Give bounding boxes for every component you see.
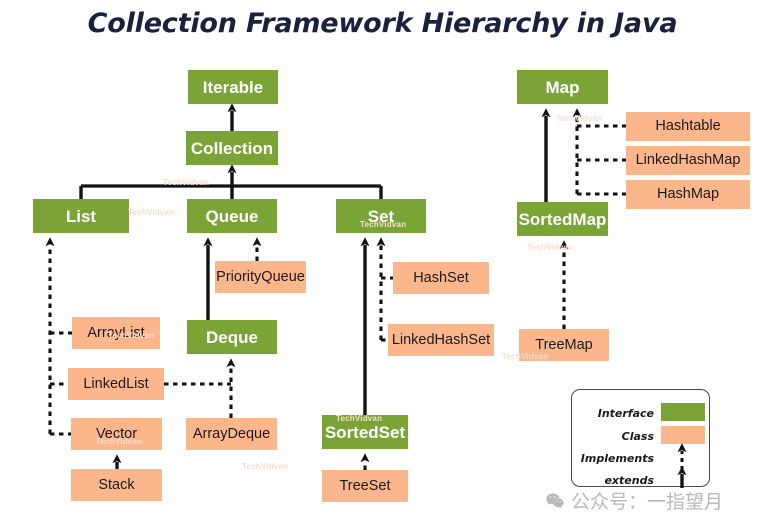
node-collection[interactable]: Collection bbox=[186, 131, 278, 165]
node-label: SortedSet bbox=[324, 422, 406, 442]
watermark-text: 公众号：一指望月 bbox=[571, 491, 724, 513]
page-title: Collection Framework Hierarchy in Java bbox=[87, 8, 678, 39]
node-label: TreeSet bbox=[339, 477, 391, 494]
node-linkedhashmap[interactable]: LinkedHashMap bbox=[626, 146, 750, 175]
node-treeset[interactable]: TreeSet bbox=[322, 470, 408, 502]
node-label: PriorityQueue bbox=[216, 268, 305, 285]
source-watermark: TechVidvan bbox=[96, 437, 143, 446]
source-watermark: TechVidvan bbox=[360, 220, 407, 229]
node-linkedlist[interactable]: LinkedList bbox=[68, 368, 164, 400]
source-watermark: TechVidvan bbox=[556, 114, 603, 123]
node-priorityqueue[interactable]: PriorityQueue bbox=[215, 261, 306, 293]
node-map[interactable]: Map bbox=[517, 70, 608, 104]
node-hashtable[interactable]: Hashtable bbox=[626, 112, 750, 141]
legend: Interface Class Implements extends bbox=[571, 389, 710, 488]
node-label: Map bbox=[545, 77, 580, 97]
node-linkedhashset[interactable]: LinkedHashSet bbox=[388, 324, 494, 356]
diagram-canvas: Collection Framework Hierarchy in Java I… bbox=[0, 0, 765, 531]
node-queue[interactable]: Queue bbox=[187, 199, 277, 233]
node-arraydeque[interactable]: ArrayDeque bbox=[186, 418, 277, 450]
node-list[interactable]: List bbox=[33, 199, 129, 233]
node-label: LinkedList bbox=[83, 375, 149, 392]
node-label: LinkedHashSet bbox=[391, 331, 491, 348]
node-label: Queue bbox=[205, 206, 259, 226]
node-label: ArrayDeque bbox=[192, 425, 271, 442]
node-label: List bbox=[65, 206, 97, 226]
node-iterable[interactable]: Iterable bbox=[188, 70, 278, 104]
source-watermark: TechVidvan bbox=[108, 331, 155, 340]
node-sortedmap[interactable]: SortedMap bbox=[517, 202, 608, 236]
node-label: Iterable bbox=[202, 77, 264, 97]
node-label: Deque bbox=[206, 327, 258, 347]
source-watermark: TechVidvan bbox=[128, 208, 175, 217]
source-watermark: TechVidvan bbox=[242, 462, 289, 471]
node-hashmap[interactable]: HashMap bbox=[626, 180, 750, 209]
node-label: Collection bbox=[190, 138, 274, 158]
node-label: HashSet bbox=[413, 269, 469, 286]
node-deque[interactable]: Deque bbox=[187, 320, 277, 354]
node-label: Hashtable bbox=[655, 118, 721, 135]
node-label: HashMap bbox=[656, 186, 720, 203]
wechat-icon bbox=[546, 493, 564, 508]
source-watermark: TechVidvan bbox=[527, 243, 574, 252]
node-hashset[interactable]: HashSet bbox=[393, 262, 489, 294]
source-watermark: TechVidvan bbox=[163, 178, 210, 187]
watermark: 公众号：一指望月 bbox=[545, 487, 723, 514]
node-label: SortedMap bbox=[518, 209, 607, 229]
node-label: LinkedHashMap bbox=[635, 152, 741, 169]
node-stack[interactable]: Stack bbox=[71, 469, 162, 501]
source-watermark: TechVidvan bbox=[502, 352, 549, 361]
node-label: Stack bbox=[98, 476, 135, 493]
node-label: TreeMap bbox=[535, 336, 593, 353]
source-watermark: TechVidvan bbox=[336, 414, 383, 423]
legend-arrow-icons bbox=[677, 443, 687, 488]
